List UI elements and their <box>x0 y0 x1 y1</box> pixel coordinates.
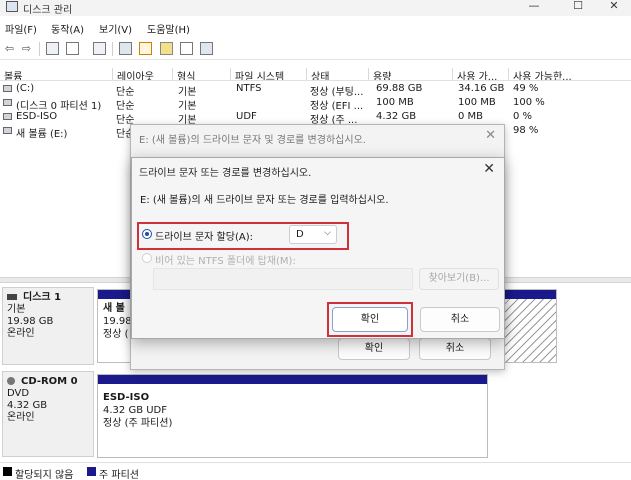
menu-file[interactable]: 파일(F) <box>5 21 37 36</box>
legend: 할당되지 않음 주 파티션 <box>0 462 631 480</box>
menu-action[interactable]: 동작(A) <box>51 21 84 36</box>
disc-icon <box>7 377 15 385</box>
console-tree-icon[interactable] <box>46 42 59 55</box>
col-status[interactable]: 상태 <box>306 68 368 80</box>
mount-folder-path-input[interactable] <box>153 268 413 290</box>
checklist-icon[interactable] <box>139 42 152 55</box>
title-bar: 디스크 관리 — ☐ ✕ <box>0 0 631 16</box>
rescan-icon[interactable] <box>119 42 132 55</box>
cdrom-0-label[interactable]: CD-ROM 0 DVD 4.32 GB 온라인 <box>2 371 94 457</box>
toolbar: ⇦ ⇨ <box>0 38 631 60</box>
ok-button[interactable]: 확인 <box>332 307 408 332</box>
cell-filesystem: NTFS <box>236 83 262 94</box>
cell-volume: (C:) <box>16 83 35 94</box>
legend-unallocated-swatch <box>3 467 12 476</box>
mount-folder-label: 비어 있는 NTFS 폴더에 탑재(M): <box>155 256 296 267</box>
legend-unallocated: 할당되지 않음 <box>15 470 74 480</box>
legend-primary-swatch <box>87 467 96 476</box>
table-row[interactable]: (C:) 단순 기본 NTFS 정상 (부팅... 69.88 GB 34.16… <box>0 82 631 98</box>
maximize-button[interactable]: ☐ <box>563 0 593 14</box>
window-title: 디스크 관리 <box>23 5 73 16</box>
menu-help[interactable]: 도움말(H) <box>147 21 190 36</box>
disk-name: CD-ROM 0 <box>21 376 78 387</box>
partition-bar <box>98 375 487 384</box>
menu-view[interactable]: 보기(V) <box>99 21 132 36</box>
col-capacity[interactable]: 용량 <box>368 68 452 80</box>
cell-percent-free: 49 % <box>513 83 539 94</box>
close-button[interactable]: ✕ <box>599 0 629 14</box>
cell-capacity: 100 MB <box>376 97 414 108</box>
disk-name: 디스크 1 <box>23 292 62 303</box>
properties-icon[interactable] <box>66 42 79 55</box>
view-grid-icon[interactable] <box>200 42 213 55</box>
cell-free-space: 0 MB <box>458 111 484 122</box>
cell-free-space: 100 MB <box>458 97 496 108</box>
disk-1-label[interactable]: 디스크 1 기본 19.98 GB 온라인 <box>2 287 94 365</box>
folder-up-icon[interactable] <box>160 42 173 55</box>
partition-size: 19.98 <box>103 316 132 327</box>
disk-status: 온라인 <box>7 328 35 339</box>
col-type[interactable]: 형식 <box>172 68 230 80</box>
disc-icon <box>3 113 12 120</box>
col-layout[interactable]: 레이아웃 <box>112 68 172 80</box>
cell-free-space: 34.16 GB <box>458 83 505 94</box>
assign-letter-label: 드라이브 문자 할당(A): <box>155 232 253 243</box>
disk-type: DVD <box>7 388 30 399</box>
partition-status: 정상 ( <box>103 329 129 340</box>
cell-capacity: 4.32 GB <box>376 111 417 122</box>
list-view-icon[interactable] <box>93 42 106 55</box>
cell-volume: 새 볼륨 (E:) <box>16 129 68 140</box>
chevron-down-icon: ⌵ <box>324 228 331 238</box>
disk-size: 4.32 GB <box>7 400 48 411</box>
disk-status: 온라인 <box>7 412 35 423</box>
drive-letter-value: D <box>296 229 304 240</box>
cell-percent-free: 100 % <box>513 97 545 108</box>
close-icon[interactable]: ✕ <box>485 128 496 143</box>
toolbar-separator <box>39 42 40 56</box>
cell-percent-free: 98 % <box>513 125 539 136</box>
col-free-space[interactable]: 사용 가... <box>452 68 508 80</box>
dialog-title: 드라이브 문자 또는 경로를 변경하십시오. <box>139 168 312 179</box>
partition-status: 정상 (주 파티션) <box>103 418 173 429</box>
menu-bar: 파일(F) 동작(A) 보기(V) 도움말(H) <box>0 18 631 36</box>
back-cancel-button[interactable]: 취소 <box>419 338 491 360</box>
arrow-right-icon[interactable]: ⇨ <box>20 42 33 55</box>
assign-letter-radio[interactable] <box>142 229 152 239</box>
document-icon[interactable] <box>180 42 193 55</box>
partition-esd-iso[interactable]: ESD-ISO 4.32 GB UDF 정상 (주 파티션) <box>97 374 488 458</box>
arrow-left-icon[interactable]: ⇦ <box>3 42 16 55</box>
legend-primary: 주 파티션 <box>99 470 139 480</box>
disk-management-icon <box>6 1 18 12</box>
col-filesystem[interactable]: 파일 시스템 <box>230 68 306 80</box>
cell-percent-free: 0 % <box>513 111 533 122</box>
volume-list-header: 볼륨 레이아웃 형식 파일 시스템 상태 용량 사용 가... 사용 가능한..… <box>0 66 631 81</box>
col-percent-free[interactable]: 사용 가능한... <box>508 68 584 80</box>
back-ok-button[interactable]: 확인 <box>338 338 410 360</box>
dialog-prompt: E: (새 볼륨)의 새 드라이브 문자 또는 경로를 입력하십시오. <box>140 195 389 206</box>
dialog-title: E: (새 볼륨)의 드라이브 문자 및 경로를 변경하십시오. <box>139 135 366 146</box>
disk-icon <box>7 294 17 300</box>
toolbar-separator <box>112 42 113 56</box>
drive-letter-select[interactable]: D ⌵ <box>289 225 337 244</box>
close-icon[interactable]: ✕ <box>483 161 495 177</box>
partition-size: 4.32 GB UDF <box>103 405 168 416</box>
drive-icon <box>3 85 12 92</box>
mount-folder-radio[interactable] <box>142 253 152 263</box>
change-drive-letter-dialog: 드라이브 문자 또는 경로를 변경하십시오. ✕ E: (새 볼륨)의 새 드라… <box>131 157 505 339</box>
disk-size: 19.98 GB <box>7 316 54 327</box>
table-row[interactable]: (디스크 0 파티션 1) 단순 기본 정상 (EFI ... 100 MB 1… <box>0 96 631 112</box>
drive-icon <box>3 127 12 134</box>
cell-filesystem: UDF <box>236 111 257 122</box>
browse-button[interactable]: 찾아보기(B)... <box>419 268 499 290</box>
partition-name: 새 볼 <box>103 303 125 314</box>
minimize-button[interactable]: — <box>519 0 549 14</box>
drive-icon <box>3 99 12 106</box>
cancel-button[interactable]: 취소 <box>420 307 500 332</box>
partition-name: ESD-ISO <box>103 392 150 403</box>
table-row[interactable]: ESD-ISO 단순 기본 UDF 정상 (주 ... 4.32 GB 0 MB… <box>0 110 631 126</box>
disk-type: 기본 <box>7 304 26 315</box>
cell-capacity: 69.88 GB <box>376 83 423 94</box>
cell-volume: ESD-ISO <box>16 111 58 122</box>
col-volume[interactable]: 볼륨 <box>0 68 112 80</box>
